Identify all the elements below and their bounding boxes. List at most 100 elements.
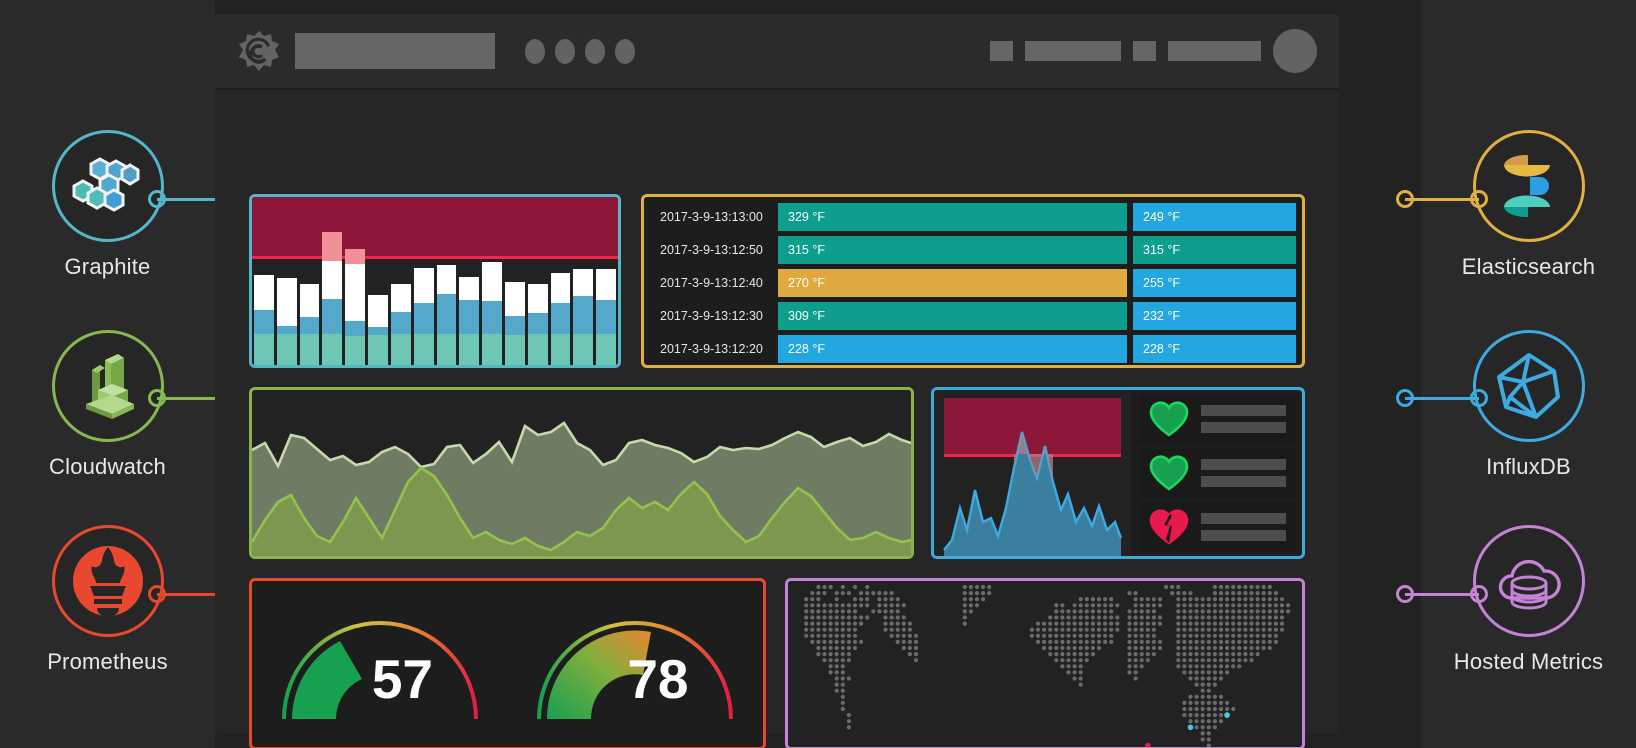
table-row[interactable]: 2017-3-9-13:12:40 270 °F 255 °F [650,269,1296,297]
health-row[interactable] [1139,395,1296,443]
nav-dot[interactable] [555,38,575,64]
map-dot [1133,658,1138,663]
map-dot [907,645,912,651]
map-dot [810,615,815,620]
table-row[interactable]: 2017-3-9-13:12:20 228 °F 228 °F [650,335,1296,363]
map-dot [1157,639,1163,644]
placeholder-bar [1201,476,1286,487]
panel-bar-chart[interactable] [249,194,621,368]
map-dot [1139,615,1144,620]
gauge-57[interactable]: 57 [252,581,508,747]
map-dot [1243,652,1248,657]
panel-area-chart[interactable] [249,387,914,559]
map-dot [1255,645,1260,651]
map-dot [1066,621,1071,626]
nav-dot[interactable] [615,38,635,64]
map-dot [828,584,833,590]
map-dot [1261,609,1266,614]
map-dot [859,597,864,602]
map-dot [1145,609,1150,614]
map-dot [1048,615,1053,620]
map-dot [1273,639,1278,644]
map-dot [1194,603,1199,608]
map-dot [1231,706,1236,712]
nav-dot[interactable] [525,38,545,64]
toolbar-nav-dots[interactable] [525,38,635,64]
map-dot [1261,639,1266,644]
map-dot [1182,652,1187,657]
map-dot [1206,737,1211,742]
dashboard-title-placeholder[interactable] [295,33,495,69]
map-dot [1096,609,1102,614]
grafana-logo-icon[interactable] [237,29,281,73]
connector-influxdb [1396,389,1488,407]
nav-dot[interactable] [585,38,605,64]
toolbar-action-button[interactable] [1168,41,1261,61]
map-dot [1176,591,1181,596]
map-dot [1212,633,1217,638]
map-dot [1218,658,1224,663]
map-dot [1206,713,1211,718]
toolbar-icon-button[interactable] [990,41,1013,61]
map-dot [1237,664,1242,669]
map-dot [1090,615,1095,620]
map-dot [834,688,839,693]
map-dot [907,621,912,626]
map-dot [913,645,919,651]
map-dot [1206,597,1211,602]
panel-gauges[interactable]: 57 78 [249,578,766,748]
avatar[interactable] [1273,29,1317,73]
map-dot [1054,609,1059,614]
map-dot [1078,676,1083,681]
map-dot [859,591,864,596]
health-row[interactable] [1139,503,1296,551]
map-dot [1255,584,1260,590]
map-dot [1145,597,1150,602]
bar-segment-over-threshold [322,232,343,262]
map-dot [1225,658,1230,663]
map-dot [828,652,833,657]
map-dot [1176,621,1181,626]
map-dot [1072,609,1077,614]
toolbar-range-picker[interactable] [1025,41,1121,61]
bar-segment-top [482,262,502,302]
map-dot [1176,627,1181,632]
table-row[interactable]: 2017-3-9-13:13:00 329 °F 249 °F [650,203,1296,231]
table-row[interactable]: 2017-3-9-13:12:50 315 °F 315 °F [650,236,1296,264]
map-dot [828,639,833,644]
map-dot [1188,627,1193,632]
table-row[interactable]: 2017-3-9-13:12:30 309 °F 232 °F [650,302,1296,330]
bar [573,268,594,365]
gauge-78[interactable]: 78 [508,581,764,747]
map-dot [1243,639,1248,644]
bar-segment-mid [459,300,480,334]
map-dot [1182,633,1187,638]
map-dot [1066,658,1071,663]
map-dot [1127,639,1132,644]
map-dot [1237,584,1242,590]
map-dot [1261,615,1266,620]
map-dot [1060,658,1065,663]
map-dot [1267,615,1272,620]
map-dot [1145,627,1150,632]
panel-elasticsearch-table[interactable]: 2017-3-9-13:13:00 329 °F 249 °F 2017-3-9-13… [641,194,1305,368]
heart-icon [1149,455,1189,491]
map-dot [1212,591,1217,596]
bar [368,294,388,365]
toolbar-refresh-button[interactable] [1133,41,1156,61]
health-row[interactable] [1139,449,1296,497]
map-dot [1078,633,1083,638]
bar-segment-mid [436,293,457,334]
panel-world-map[interactable] [785,578,1305,748]
map-dot [810,597,815,602]
bar-segment-top [299,284,320,317]
bar [276,277,297,365]
map-dot [1261,633,1266,638]
map-dot [1145,615,1150,620]
panel-influx-health[interactable] [931,387,1305,559]
map-dot [840,633,845,638]
map-dot [1255,597,1260,602]
map-dot [828,615,833,620]
map-dot [865,603,870,608]
map-dot [974,591,980,596]
